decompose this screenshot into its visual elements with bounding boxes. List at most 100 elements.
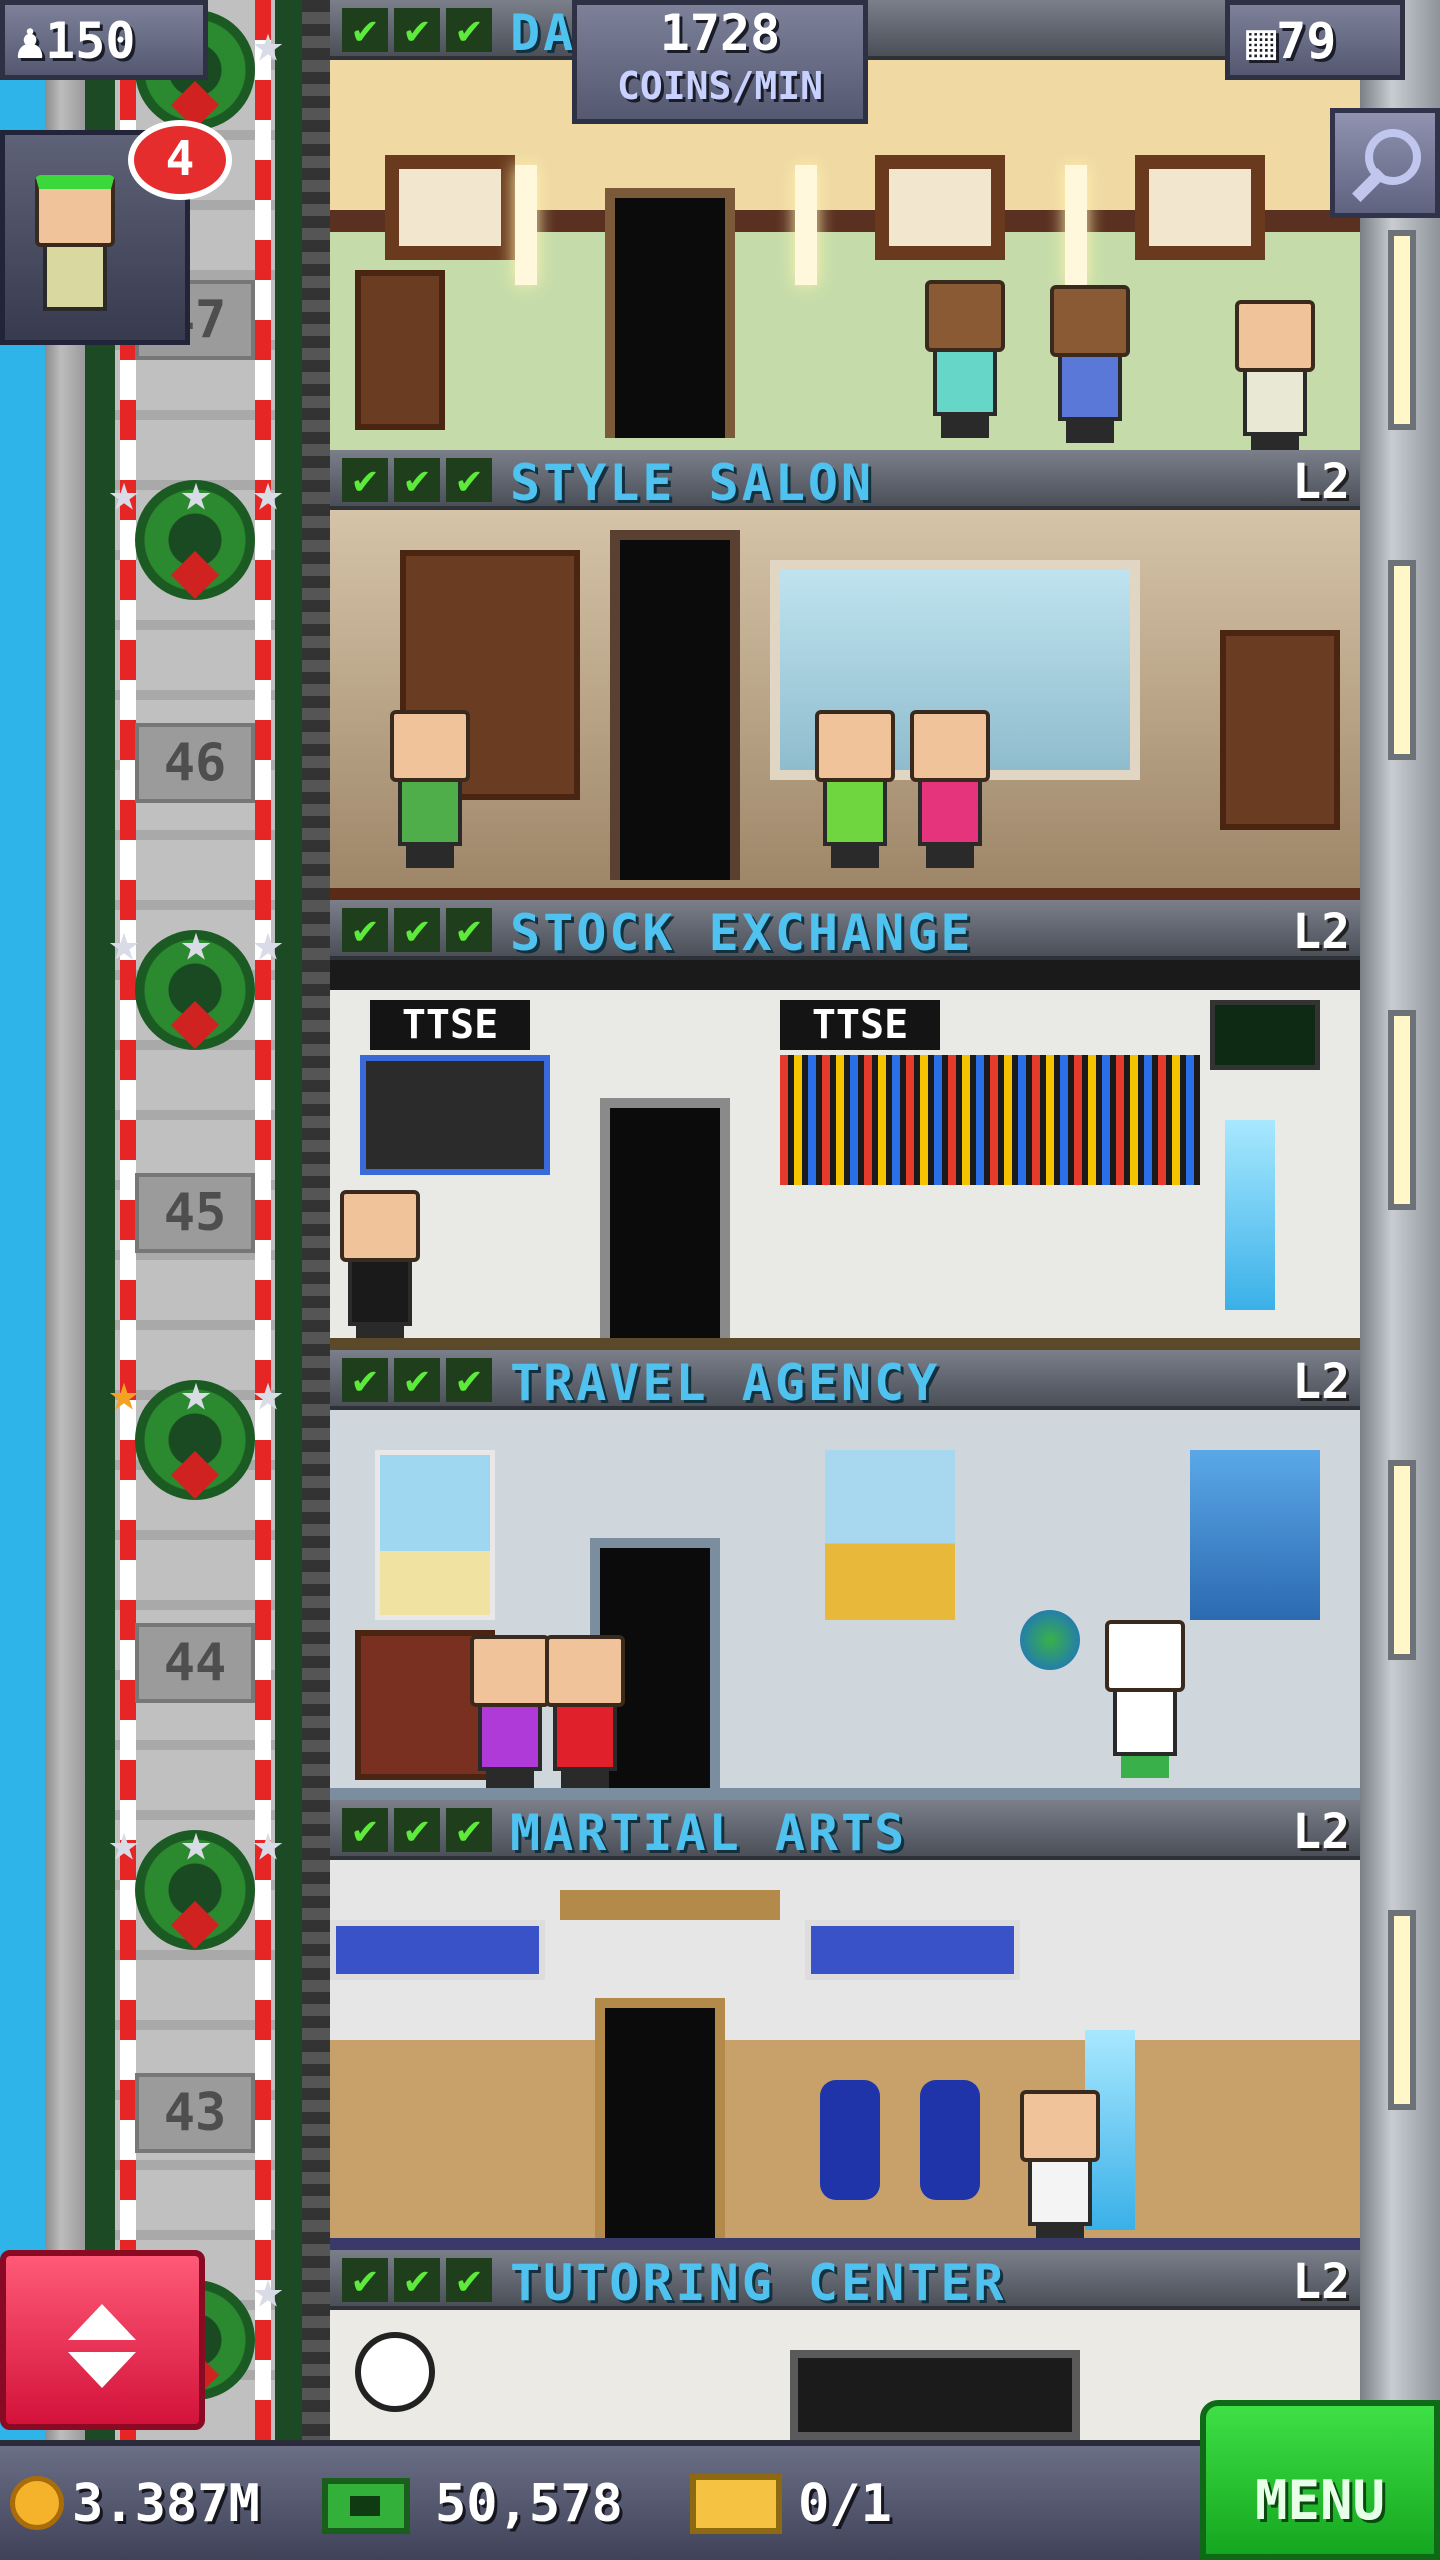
floor-stock-checks: ✔ ✔ ✔ [342,458,492,502]
building-icon: ▦ [1246,12,1277,70]
floor-room: TTSE TTSE [330,960,1360,1350]
floor-name: STOCK EXCHANGE [510,904,974,962]
star-icon: ★ [252,2260,284,2320]
floor-level: L2 [1292,1354,1350,1410]
elevator-control-button[interactable] [0,2250,205,2430]
check-icon: ✔ [394,1808,440,1852]
star-icon: ★ [252,463,284,523]
person-icon: ♟ [15,12,46,70]
star-icon: ★ [180,1813,212,1873]
floor-baseline [330,2238,1360,2250]
floor-name: TRAVEL AGENCY [510,1354,941,1412]
check-icon: ✔ [342,458,388,502]
floor-stock-checks: ✔ ✔ ✔ [342,1808,492,1852]
floor-travel-agency[interactable]: ✔ ✔ ✔ TRAVEL AGENCY L2 [330,1350,1360,1800]
snowman-worker-sprite[interactable] [1105,1620,1185,1778]
customer-sprite[interactable] [545,1635,625,1793]
elevator-floor-number: 44 [135,1623,255,1703]
star-icon: ★ [252,1363,284,1423]
bux-icon [322,2478,410,2534]
floor-counter[interactable]: ▦79 [1225,0,1405,80]
magnifier-handle [1352,168,1386,202]
star-icon: ★ [252,913,284,973]
floor-level: L2 [1292,2254,1350,2310]
coins-value: 3.387M [72,2474,260,2534]
floor-room [330,1410,1360,1800]
check-icon: ✔ [394,1358,440,1402]
floor-title-bar: ✔ ✔ ✔ STOCK EXCHANGE L2 [330,900,1360,962]
check-icon: ✔ [394,458,440,502]
visitor-avatar [35,175,115,311]
menu-button[interactable]: MENU [1200,2400,1440,2560]
up-arrow-icon [68,2304,136,2340]
floor-style-salon[interactable]: ✔ ✔ ✔ STYLE SALON L2 [330,450,1360,900]
bux-value: 50,578 [435,2474,623,2534]
bookshelf [1220,630,1340,830]
star-icon: ★ [180,463,212,523]
lamp [515,165,537,285]
check-icon: ✔ [342,2258,388,2302]
floor-door [605,188,735,438]
sky-background [0,0,45,2440]
worker-sprite[interactable] [1020,2090,1100,2248]
elevator-floor-number: 45 [135,1173,255,1253]
floor-level: L2 [1292,1804,1350,1860]
floor-title-bar: ✔ ✔ ✔ MARTIAL ARTS L2 [330,1800,1360,1862]
check-icon: ✔ [446,1358,492,1402]
star-icon: ★ [180,1363,212,1423]
worker-sprite[interactable] [1235,300,1315,450]
floor-name: TUTORING CENTER [510,2254,1007,2312]
star-icon: ★ [252,14,284,74]
dojo-banner [330,1920,545,1980]
ttse-sign: TTSE [370,1000,530,1050]
floor-level: L2 [1292,904,1350,960]
population-counter[interactable]: ♟150 [0,0,208,80]
customer-sprite[interactable] [815,710,895,868]
coins-per-min-value: 1728 [659,4,781,62]
floor-stock-checks: ✔ ✔ ✔ [342,8,492,52]
floor-baseline [330,1338,1360,1350]
wall-painting [875,155,1005,260]
star-icon: ★ [180,913,212,973]
candy-cane-stripe-left [120,0,136,2440]
coins-per-min-label: COINS/MIN [617,64,823,108]
search-button[interactable] [1330,108,1440,218]
water-cooler [1225,1120,1275,1310]
star-icon: ★ [108,1813,140,1873]
floor-stock-checks: ✔ ✔ ✔ [342,2258,492,2302]
trader-sprite[interactable] [340,1190,420,1348]
tower-window [1388,230,1416,430]
check-icon: ✔ [446,458,492,502]
ttse-sign: TTSE [780,1000,940,1050]
floor-martial-arts[interactable]: ✔ ✔ ✔ MARTIAL ARTS L2 [330,1800,1360,2250]
chalkboard [790,2350,1080,2440]
stock-monitor [1210,1000,1320,1070]
worker-sprite[interactable] [390,710,470,868]
customer-sprite[interactable] [925,280,1005,438]
dojo-banner [805,1920,1020,1980]
tower-window [1388,560,1416,760]
check-icon: ✔ [394,908,440,952]
floor-title-bar: ✔ ✔ ✔ TUTORING CENTER L2 [330,2250,1360,2312]
tower-window [1388,1460,1416,1660]
floor-room [330,1860,1360,2250]
check-icon: ✔ [394,8,440,52]
check-icon: ✔ [394,2258,440,2302]
floor-level: L2 [1292,454,1350,510]
floor-stock-exchange[interactable]: ✔ ✔ ✔ STOCK EXCHANGE L2 TTSE TTSE [330,900,1360,1350]
star-icon: ★ [252,1813,284,1873]
customer-sprite[interactable] [910,710,990,868]
check-icon: ✔ [342,1358,388,1402]
customer-sprite[interactable] [470,1635,550,1793]
population-value: 150 [45,12,136,70]
floor-door [595,1998,725,2238]
lamp [1065,165,1087,285]
check-icon: ✔ [446,1808,492,1852]
punching-bag [820,2080,880,2200]
tower-window [1388,1910,1416,2110]
check-icon: ✔ [446,908,492,952]
customer-sprite[interactable] [1050,285,1130,443]
punching-bag [920,2080,980,2200]
wall-painting [1135,155,1265,260]
check-icon: ✔ [446,8,492,52]
